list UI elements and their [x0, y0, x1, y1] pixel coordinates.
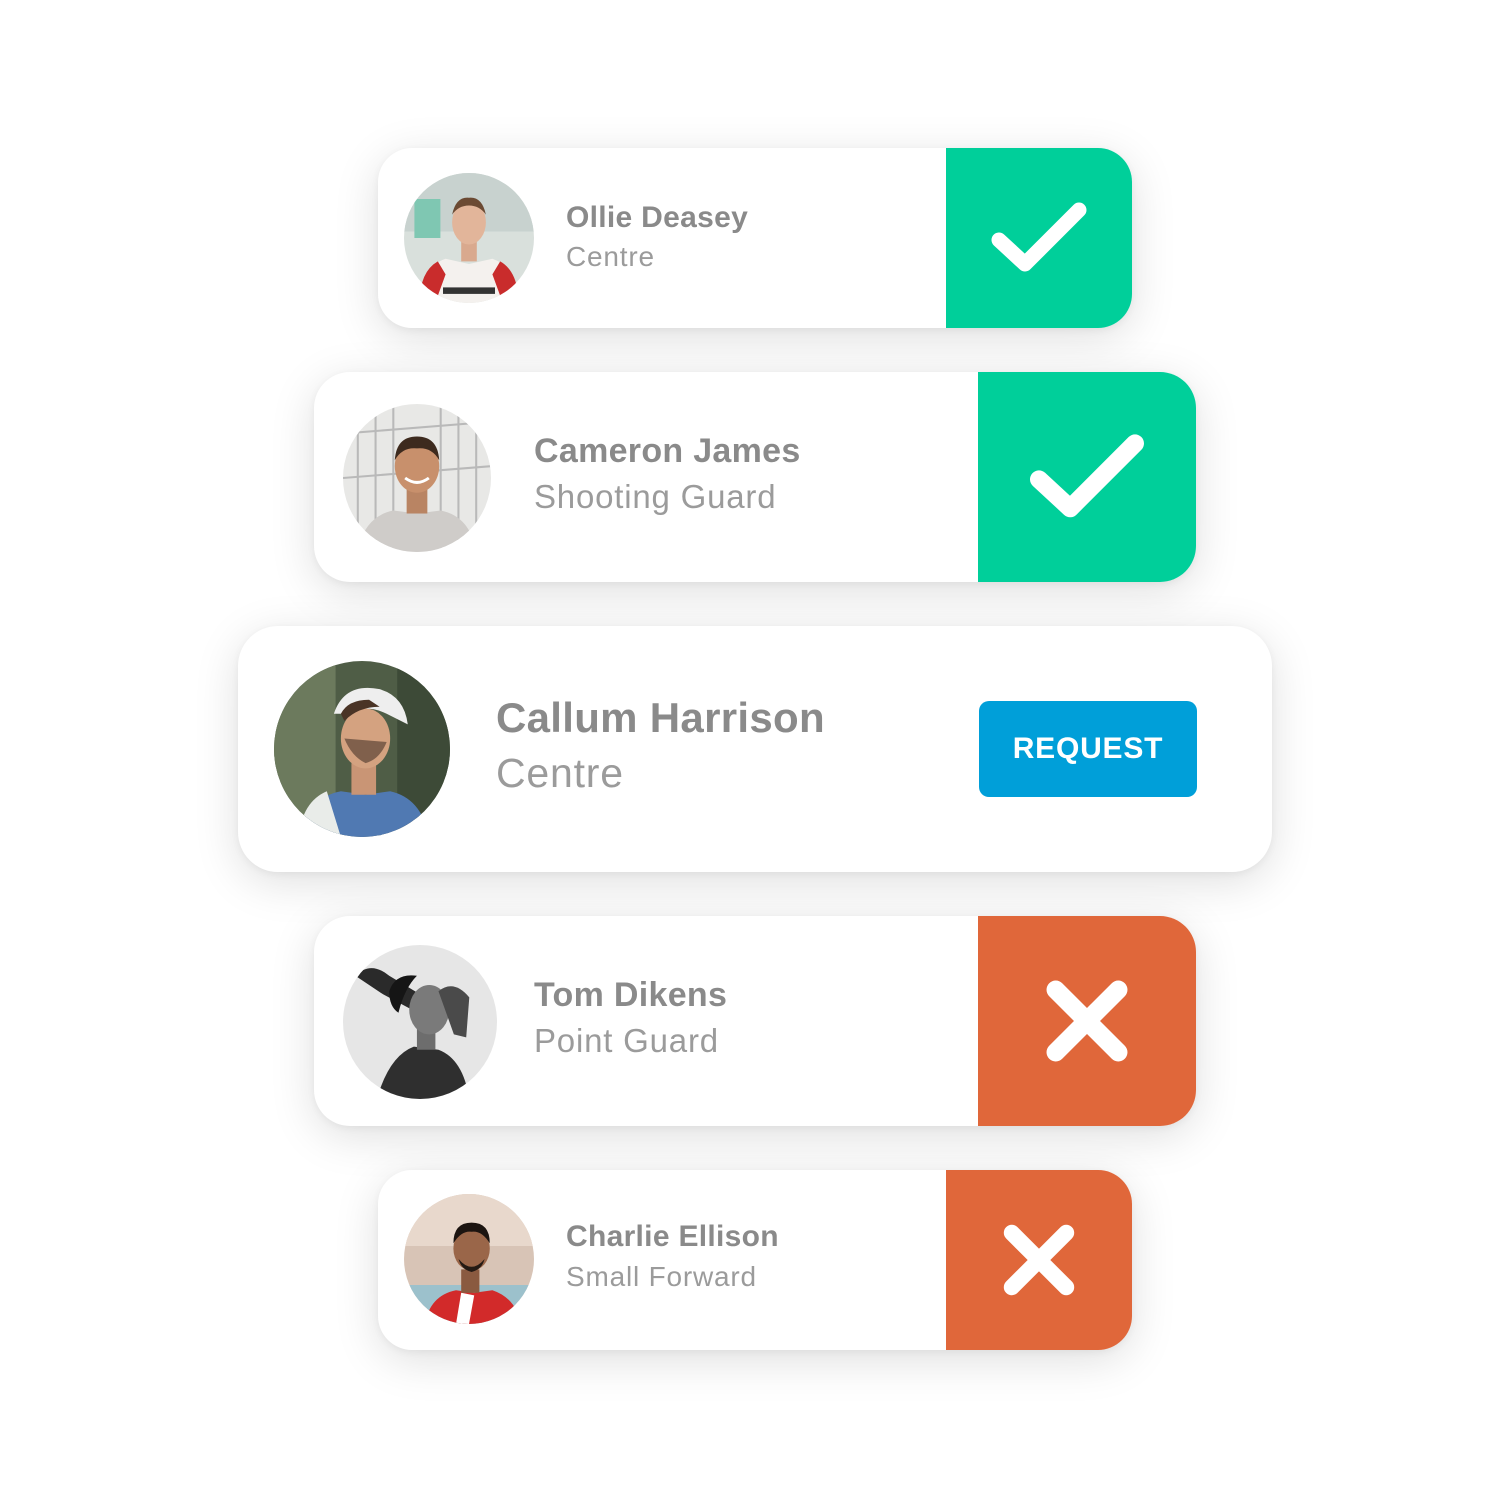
close-icon — [1046, 980, 1128, 1062]
player-card: Cameron James Shooting Guard — [314, 372, 1196, 582]
accept-status-button[interactable] — [946, 148, 1132, 328]
avatar — [404, 173, 534, 303]
player-request-list: Ollie Deasey Centre Cameron James Shooti… — [0, 0, 1500, 1500]
request-button[interactable]: REQUEST — [979, 701, 1197, 797]
player-position: Small Forward — [566, 1261, 757, 1292]
player-card: Tom Dikens Point Guard — [314, 916, 1196, 1126]
accept-status-button[interactable] — [978, 372, 1196, 582]
check-icon — [991, 202, 1087, 272]
player-card-highlighted: Callum Harrison Centre REQUEST — [238, 626, 1272, 872]
player-position: Shooting Guard — [534, 478, 777, 515]
player-position: Point Guard — [534, 1022, 719, 1059]
decline-status-button[interactable] — [978, 916, 1196, 1126]
avatar — [404, 1194, 534, 1324]
check-icon — [1030, 434, 1144, 518]
player-position: Centre — [496, 750, 624, 796]
player-name: Cameron James — [534, 432, 801, 470]
close-icon — [1003, 1224, 1075, 1296]
player-position: Centre — [566, 241, 655, 272]
player-name: Tom Dikens — [534, 976, 728, 1014]
player-name: Charlie Ellison — [566, 1220, 779, 1253]
player-name: Ollie Deasey — [566, 201, 749, 234]
avatar — [343, 404, 491, 552]
avatar — [274, 661, 450, 837]
player-card: Charlie Ellison Small Forward — [378, 1170, 1132, 1350]
avatar — [343, 945, 497, 1099]
player-name: Callum Harrison — [496, 694, 825, 741]
decline-status-button[interactable] — [946, 1170, 1132, 1350]
player-card: Ollie Deasey Centre — [378, 148, 1132, 328]
